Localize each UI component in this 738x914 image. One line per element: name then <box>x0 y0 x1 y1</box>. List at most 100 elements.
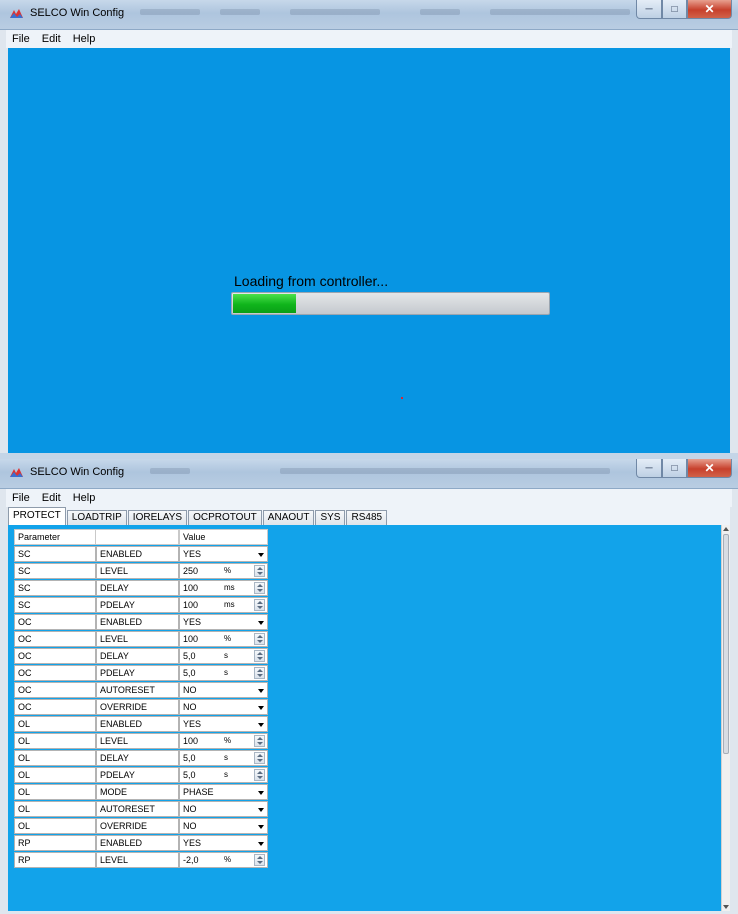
value-spinner[interactable]: 100% <box>179 631 268 647</box>
menu-edit[interactable]: Edit <box>36 33 67 45</box>
spin-down-icon[interactable] <box>257 674 263 677</box>
close-button[interactable]: ✕ <box>687 0 732 19</box>
value-dropdown[interactable]: YES <box>179 546 268 562</box>
tab-ocprotout[interactable]: OCPROTOUT <box>188 510 262 525</box>
table-row: OL AUTORESET NO <box>14 801 268 817</box>
value-unit: % <box>224 634 232 643</box>
value-dropdown[interactable]: NO <box>179 801 268 817</box>
spin-down-icon[interactable] <box>257 606 263 609</box>
dropdown-arrow-icon[interactable] <box>258 791 264 795</box>
tab-sys[interactable]: SYS <box>315 510 346 525</box>
minimize-button[interactable]: ─ <box>636 459 662 478</box>
vertical-scrollbar[interactable] <box>721 525 730 911</box>
tab-anaout[interactable]: ANAOUT <box>262 510 315 525</box>
value-spinner[interactable]: -2,0% <box>179 852 268 868</box>
spin-buttons[interactable] <box>254 854 265 866</box>
spin-up-icon[interactable] <box>257 601 263 604</box>
menu-file[interactable]: File <box>6 492 36 504</box>
tab-iorelays[interactable]: IORELAYS <box>127 510 188 525</box>
spin-up-icon[interactable] <box>257 856 263 859</box>
value-spinner[interactable]: 5,0 s <box>179 665 268 681</box>
spin-buttons[interactable] <box>254 599 265 611</box>
row-parameter: LEVEL <box>96 733 179 749</box>
menu-edit[interactable]: Edit <box>36 492 67 504</box>
value-spinner[interactable]: 5,0 s <box>179 750 268 766</box>
spin-down-icon[interactable] <box>257 742 263 745</box>
value-spinner[interactable]: 250% <box>179 563 268 579</box>
loading-panel: Loading from controller... <box>8 48 730 453</box>
value-dropdown[interactable]: YES <box>179 835 268 851</box>
table-row: OL LEVEL 100% <box>14 733 268 749</box>
row-group: SC <box>14 580 96 596</box>
spin-buttons[interactable] <box>254 769 265 781</box>
close-button[interactable]: ✕ <box>687 459 732 478</box>
scroll-down-icon[interactable] <box>723 905 729 909</box>
title-bar[interactable]: SELCO Win Config ─ □ ✕ <box>0 0 738 30</box>
spin-up-icon[interactable] <box>257 669 263 672</box>
spin-down-icon[interactable] <box>257 776 263 779</box>
spin-up-icon[interactable] <box>257 737 263 740</box>
maximize-button[interactable]: □ <box>662 0 687 19</box>
close-icon: ✕ <box>704 461 715 475</box>
spin-down-icon[interactable] <box>257 640 263 643</box>
spin-up-icon[interactable] <box>257 584 263 587</box>
menu-help[interactable]: Help <box>67 33 102 45</box>
spin-buttons[interactable] <box>254 752 265 764</box>
row-parameter: PDELAY <box>96 597 179 613</box>
spin-up-icon[interactable] <box>257 635 263 638</box>
maximize-button[interactable]: □ <box>662 459 687 478</box>
spin-buttons[interactable] <box>254 735 265 747</box>
spin-down-icon[interactable] <box>257 861 263 864</box>
scroll-up-icon[interactable] <box>723 527 729 531</box>
menu-file[interactable]: File <box>6 33 36 45</box>
value-spinner[interactable]: 5,0 s <box>179 767 268 783</box>
value-dropdown[interactable]: PHASE <box>179 784 268 800</box>
tab-rs485[interactable]: RS485 <box>346 510 388 525</box>
scroll-thumb[interactable] <box>723 534 729 754</box>
window-controls: ─ □ ✕ <box>636 459 732 479</box>
row-parameter: AUTORESET <box>96 801 179 817</box>
title-bar-background <box>490 9 630 15</box>
table-row: OL MODE PHASE <box>14 784 268 800</box>
tab-loadtrip[interactable]: LOADTRIP <box>66 510 127 525</box>
dropdown-arrow-icon[interactable] <box>258 621 264 625</box>
dropdown-arrow-icon[interactable] <box>258 842 264 846</box>
dropdown-arrow-icon[interactable] <box>258 723 264 727</box>
spin-down-icon[interactable] <box>257 657 263 660</box>
spin-up-icon[interactable] <box>257 567 263 570</box>
row-group: OC <box>14 648 96 664</box>
value-spinner[interactable]: 100 ms <box>179 580 268 596</box>
value-dropdown[interactable]: NO <box>179 682 268 698</box>
spin-up-icon[interactable] <box>257 771 263 774</box>
spin-buttons[interactable] <box>254 650 265 662</box>
value-spinner[interactable]: 100 ms <box>179 597 268 613</box>
spin-up-icon[interactable] <box>257 754 263 757</box>
spin-buttons[interactable] <box>254 667 265 679</box>
value-spinner[interactable]: 5,0 s <box>179 648 268 664</box>
dropdown-arrow-icon[interactable] <box>258 553 264 557</box>
value-dropdown[interactable]: NO <box>179 818 268 834</box>
spin-up-icon[interactable] <box>257 652 263 655</box>
spin-buttons[interactable] <box>254 582 265 594</box>
title-bar[interactable]: SELCO Win Config ─ □ ✕ <box>0 459 738 489</box>
value-spinner[interactable]: 100% <box>179 733 268 749</box>
tab-protect[interactable]: PROTECT <box>8 507 66 525</box>
row-parameter: DELAY <box>96 580 179 596</box>
menu-bar: File Edit Help <box>6 489 732 507</box>
dropdown-arrow-icon[interactable] <box>258 825 264 829</box>
loading-progress-bar <box>231 292 550 315</box>
spin-down-icon[interactable] <box>257 589 263 592</box>
row-group: OC <box>14 682 96 698</box>
minimize-button[interactable]: ─ <box>636 0 662 19</box>
dropdown-arrow-icon[interactable] <box>258 808 264 812</box>
dropdown-arrow-icon[interactable] <box>258 706 264 710</box>
value-dropdown[interactable]: YES <box>179 614 268 630</box>
value-dropdown[interactable]: NO <box>179 699 268 715</box>
menu-help[interactable]: Help <box>67 492 102 504</box>
spin-down-icon[interactable] <box>257 572 263 575</box>
dropdown-arrow-icon[interactable] <box>258 689 264 693</box>
spin-buttons[interactable] <box>254 633 265 645</box>
spin-buttons[interactable] <box>254 565 265 577</box>
value-dropdown[interactable]: YES <box>179 716 268 732</box>
spin-down-icon[interactable] <box>257 759 263 762</box>
